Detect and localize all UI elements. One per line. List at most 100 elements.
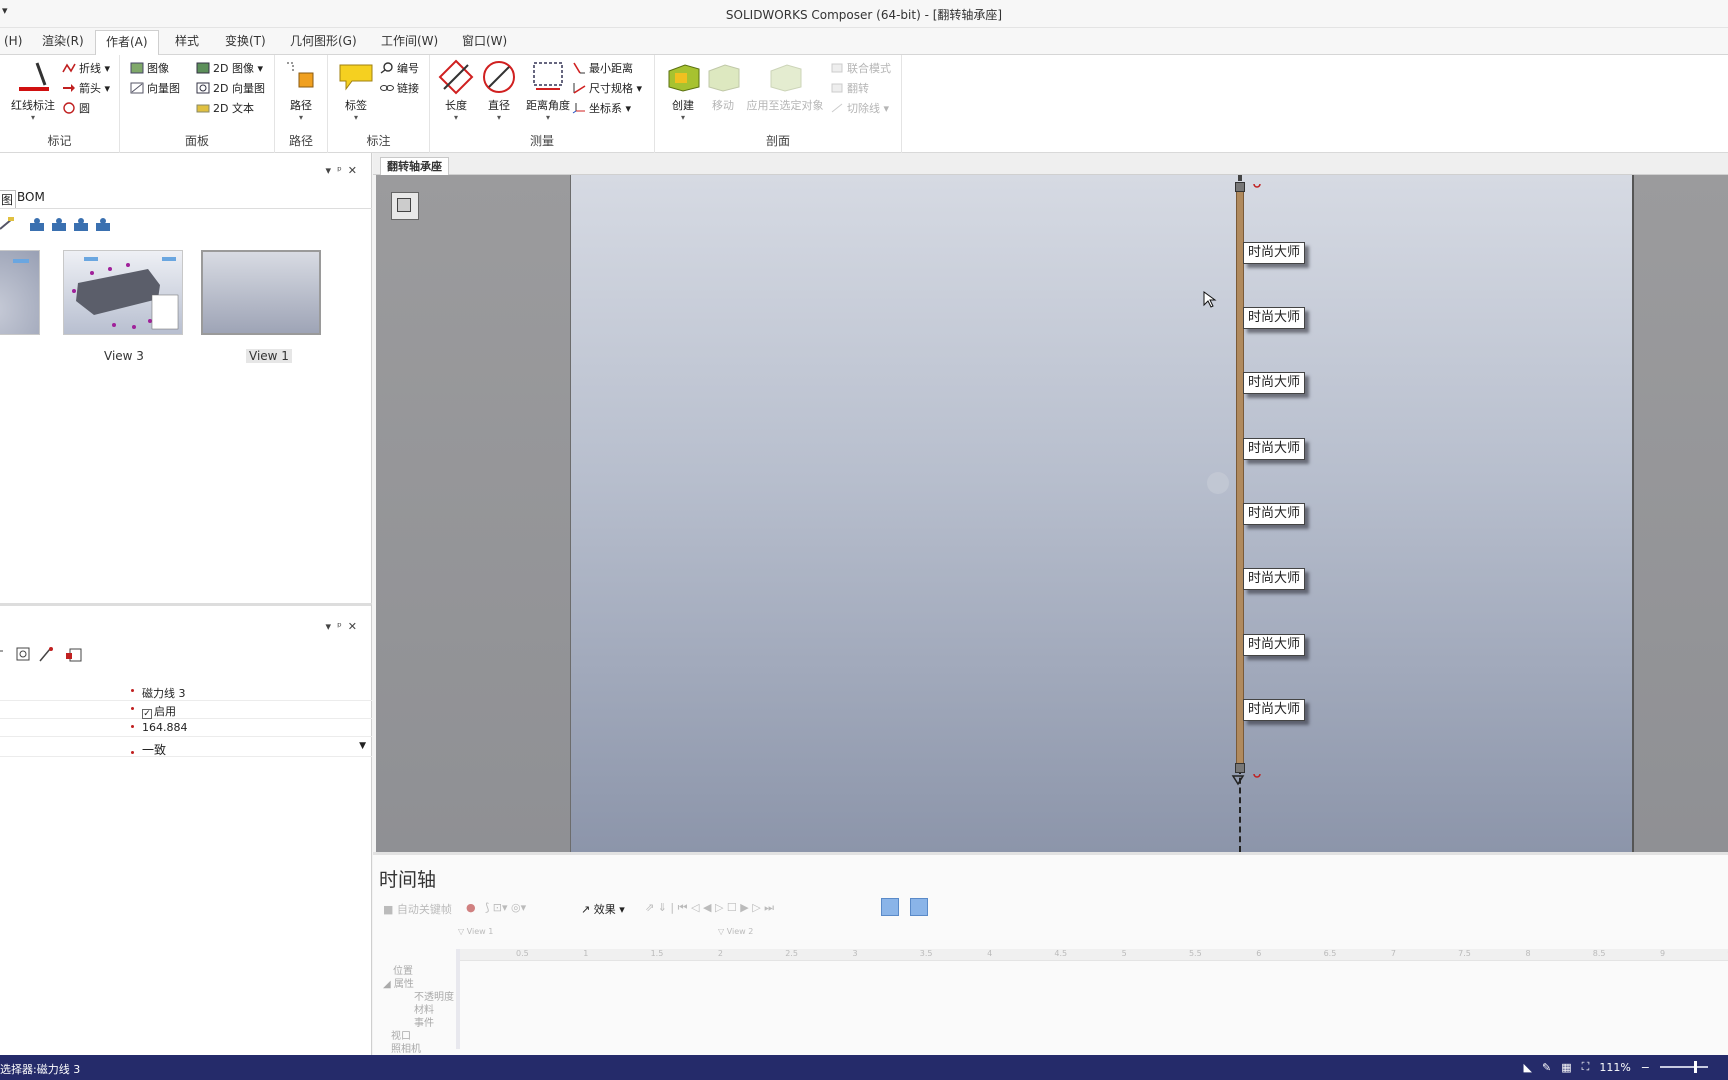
keyframe-tools-icon[interactable]: ⟆ ⊡▾ ◎▾ — [485, 901, 526, 914]
record-icon[interactable]: ● — [466, 901, 476, 914]
redline-button[interactable]: 红线标注 ▾ — [9, 59, 57, 122]
view-thumbnail-view1[interactable] — [201, 250, 321, 335]
vector-button[interactable]: 向量图 — [130, 79, 180, 99]
magnetic-line-top-handle[interactable] — [1235, 182, 1245, 192]
zoom-out-icon[interactable]: − — [1641, 1061, 1650, 1074]
track-event[interactable]: 事件 — [383, 1017, 454, 1030]
min-distance-button[interactable]: 最小距离 — [572, 59, 633, 79]
chevron-down-icon[interactable]: ▼ — [359, 741, 366, 751]
effects-button[interactable]: ↗ 效果 ▾ — [581, 901, 625, 917]
tag-button[interactable]: 标签 ▾ — [332, 59, 380, 122]
tab-bom[interactable]: BOM — [17, 190, 45, 204]
arrow-button[interactable]: 箭头 ▾ — [62, 79, 110, 99]
prop-row-value[interactable]: 164.884 — [0, 719, 372, 737]
tab-render[interactable]: 渲染(R) — [32, 30, 94, 55]
camera-icon — [96, 218, 110, 231]
export-icon — [66, 648, 82, 662]
dropdown-arrow-icon[interactable]: ▾ — [432, 113, 480, 122]
combine-mode-button[interactable]: 联合模式 — [830, 59, 891, 79]
image2d-button[interactable]: 2D 图像 ▾ — [196, 59, 263, 79]
ruler-tick-label: 1 — [583, 949, 589, 958]
prop-row-name[interactable]: 磁力线 3 — [0, 683, 372, 701]
vector2d-button[interactable]: 2D 向量图 — [196, 79, 265, 99]
playback-controls[interactable]: ⇗ ⇓ | ⏮ ◁ ◀ ▷ ☐ ▶ ▷ ⏭ — [645, 901, 774, 915]
section-apply-button[interactable]: 应用至选定对象 — [745, 59, 825, 113]
number-button[interactable]: 编号 — [380, 59, 419, 79]
dropdown-arrow-icon[interactable]: ▾ — [475, 113, 523, 122]
fit-icon[interactable]: ⛶ — [1582, 1060, 1590, 1074]
dimension-button[interactable]: 尺寸规格 ▾ — [572, 79, 642, 99]
3d-viewport[interactable]: 时尚大师 时尚大师 时尚大师 时尚大师 时尚大师 时尚大师 时尚大师 时尚大师 — [376, 175, 1728, 852]
tab-author[interactable]: 作者(A) — [95, 30, 159, 56]
image-button[interactable]: 图像 — [130, 59, 169, 79]
diameter-button[interactable]: 直径 ▾ — [475, 59, 523, 122]
prop-row-mode[interactable]: 一致 ▼ — [0, 737, 372, 757]
panel-menu-icon[interactable]: ▾ — [326, 164, 338, 177]
orbit-icon[interactable] — [1207, 472, 1229, 494]
track-opacity[interactable]: 不透明度 — [383, 991, 454, 1004]
dropdown-arrow-icon[interactable]: ▾ — [332, 113, 380, 122]
pin-icon[interactable]: ᵖ — [337, 164, 348, 177]
timeline-sync-button[interactable] — [910, 898, 928, 916]
magnetic-line[interactable] — [1236, 185, 1244, 768]
coordinate-button[interactable]: 坐标系 ▾ — [572, 99, 631, 119]
flip-button[interactable]: 翻转 — [830, 79, 869, 99]
circle-button[interactable]: 圆 — [62, 99, 90, 119]
tab-workshop[interactable]: 工作间(W) — [371, 30, 448, 55]
label-callout[interactable]: 时尚大师 — [1243, 568, 1305, 590]
dropdown-arrow-icon[interactable]: ▾ — [520, 113, 576, 122]
combine-mode-icon — [830, 61, 844, 73]
track-position[interactable]: 位置 — [383, 965, 454, 978]
path-button[interactable]: 路径 ▾ — [277, 59, 325, 122]
enabled-checkbox[interactable]: ✓ — [142, 709, 152, 719]
text2d-button[interactable]: 2D 文本 — [196, 99, 254, 119]
track-viewport[interactable]: 视口 — [383, 1030, 454, 1043]
label-callout[interactable]: 时尚大师 — [1243, 372, 1305, 394]
zoom-slider[interactable] — [1660, 1061, 1708, 1073]
timeline-ruler[interactable]: 0.511.522.533.544.555.566.577.588.599.5 — [456, 949, 1728, 961]
time-cursor[interactable] — [456, 949, 460, 1049]
tab-window[interactable]: 窗口(W) — [452, 30, 517, 55]
zoom-slider-thumb[interactable] — [1694, 1061, 1697, 1073]
ruler-tick-label: 6 — [1256, 949, 1262, 958]
panel-menu-icon[interactable]: ▾ — [326, 620, 338, 633]
tab-views[interactable]: 图 — [0, 190, 17, 208]
track-properties[interactable]: 属性 — [394, 979, 414, 990]
tab-help[interactable]: (H) — [0, 30, 32, 55]
polyline-button[interactable]: 折线 ▾ — [62, 59, 110, 79]
tab-geometry[interactable]: 几何图形(G) — [280, 30, 367, 55]
label-callout[interactable]: 时尚大师 — [1243, 699, 1305, 721]
ruler-icon[interactable]: ◣ — [1524, 1061, 1532, 1074]
label-callout[interactable]: 时尚大师 — [1243, 503, 1305, 525]
label-callout[interactable]: 时尚大师 — [1243, 242, 1305, 264]
magnetic-line-bottom-handle[interactable] — [1235, 763, 1245, 773]
pin-icon[interactable]: ᵖ — [337, 620, 348, 633]
dropdown-arrow-icon[interactable]: ▾ — [9, 113, 57, 122]
view2-marker[interactable]: ▽ View 2 — [718, 927, 753, 936]
tab-transform[interactable]: 变换(T) — [215, 30, 276, 55]
timeline-mode-button[interactable] — [881, 898, 899, 916]
view1-marker[interactable]: ▽ View 1 — [458, 927, 493, 936]
auto-key-button[interactable]: ■ 自动关键帧 — [383, 901, 452, 917]
pen-icon[interactable]: ✎ — [1542, 1061, 1551, 1074]
view-thumbnail-view3[interactable] — [63, 250, 183, 335]
close-icon[interactable]: ✕ — [348, 620, 363, 633]
section-move-button[interactable]: 移动 — [699, 59, 747, 113]
cutline-button[interactable]: 切除线 ▾ — [830, 99, 889, 119]
label-callout[interactable]: 时尚大师 — [1243, 634, 1305, 656]
viewport-corner-icon[interactable] — [391, 192, 419, 220]
link-button[interactable]: 链接 — [380, 79, 419, 99]
tab-style[interactable]: 样式 — [165, 30, 209, 55]
close-icon[interactable]: ✕ — [348, 164, 363, 177]
length-button[interactable]: 长度 ▾ — [432, 59, 480, 122]
dropdown-arrow-icon[interactable]: ▾ — [659, 113, 707, 122]
prop-row-enabled[interactable]: ✓ 启用 — [0, 701, 372, 719]
view-thumbnail[interactable] — [0, 250, 40, 335]
distance-angle-button[interactable]: 距离角度 ▾ — [520, 59, 576, 122]
dropdown-arrow-icon[interactable]: ▾ — [277, 113, 325, 122]
document-tab[interactable]: 翻转轴承座 — [380, 157, 449, 175]
track-material[interactable]: 材料 — [383, 1004, 454, 1017]
grid-icon[interactable]: ▦ — [1561, 1061, 1571, 1074]
label-callout[interactable]: 时尚大师 — [1243, 438, 1305, 460]
label-callout[interactable]: 时尚大师 — [1243, 307, 1305, 329]
